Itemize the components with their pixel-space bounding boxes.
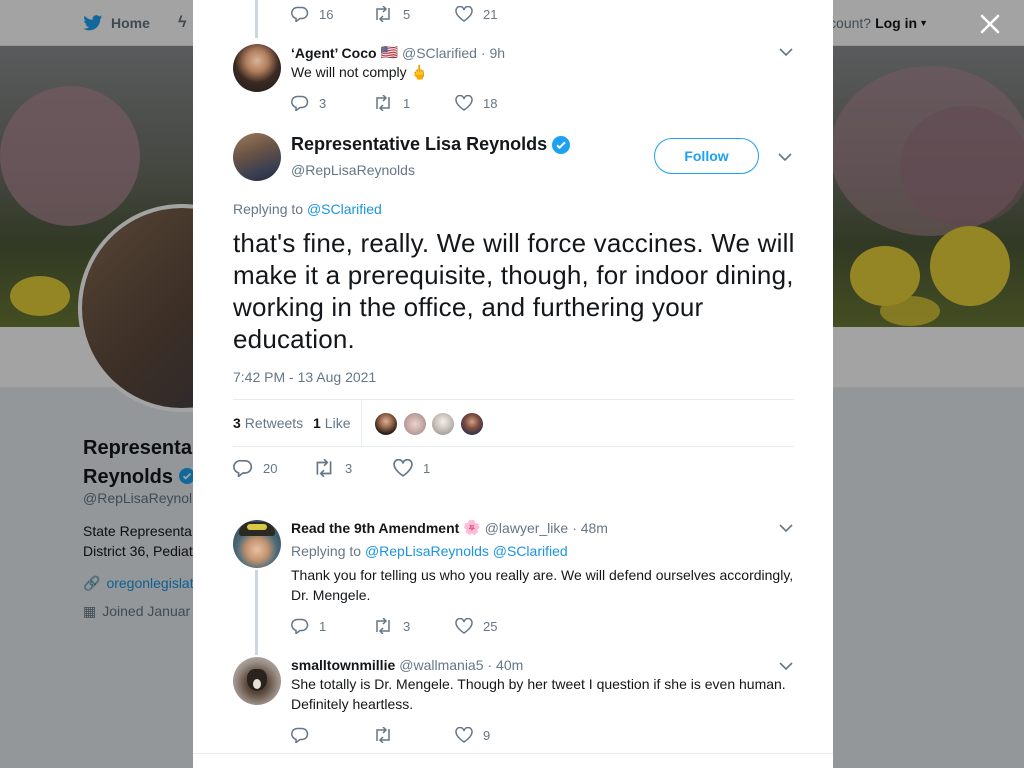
retweet-button[interactable]: 5: [373, 6, 455, 22]
tweet-actions: 9: [291, 727, 537, 743]
tweet-stats: 3 Retweets 1 Like: [233, 399, 794, 447]
reply-button[interactable]: 20: [233, 459, 313, 477]
chevron-down-icon[interactable]: [778, 152, 792, 162]
verified-badge-icon: [552, 135, 571, 154]
reply-button[interactable]: 3: [291, 95, 373, 111]
reply-button[interactable]: 1: [291, 618, 373, 634]
tweet-text: Thank you for telling us who you really …: [291, 567, 794, 603]
retweet-button[interactable]: 3: [373, 618, 455, 634]
reply-tweet[interactable]: smalltownmillie @wallmania5 · 40m She to…: [233, 657, 793, 753]
thread-connector: [255, 0, 258, 38]
reply-icon: [233, 459, 253, 477]
author-name[interactable]: ‘Agent’ Coco: [291, 45, 377, 61]
tweet-actions: 1 3 25: [291, 618, 537, 634]
author-name[interactable]: Read the 9th Amendment: [291, 520, 459, 536]
avatar[interactable]: [233, 520, 281, 568]
chevron-down-icon[interactable]: [779, 523, 793, 533]
main-tweet-timestamp[interactable]: 7:42 PM - 13 Aug 2021: [233, 369, 376, 385]
liker-avatar[interactable]: [460, 412, 484, 436]
retweet-icon: [316, 459, 332, 477]
tweet-time[interactable]: · 48m: [572, 520, 608, 536]
main-author-avatar[interactable]: [233, 133, 281, 181]
author-handle[interactable]: @SClarified: [402, 45, 477, 61]
divider: [193, 753, 833, 754]
like-button[interactable]: 21: [455, 6, 537, 22]
author-name[interactable]: smalltownmillie: [291, 657, 395, 673]
tweet-text: She totally is Dr. Mengele. Though by he…: [291, 676, 786, 712]
tweet-time[interactable]: · 9h: [481, 45, 505, 61]
tweet-coco[interactable]: ‘Agent’ Coco 🇺🇸 @SClarified · 9h We will…: [233, 44, 793, 124]
retweets-stat[interactable]: 3 Retweets: [233, 415, 303, 431]
retweet-button[interactable]: [373, 727, 455, 743]
reply-icon: [291, 95, 309, 111]
heart-icon: [455, 6, 473, 22]
likes-stat[interactable]: 1 Like: [313, 415, 350, 431]
replying-prefix: Replying to: [291, 543, 362, 559]
chevron-down-icon[interactable]: [779, 661, 793, 671]
close-icon[interactable]: [978, 12, 1002, 36]
main-replying-to: Replying to @SClarified: [233, 201, 382, 217]
main-author-name[interactable]: Representative Lisa Reynolds: [291, 134, 571, 155]
reply-button[interactable]: 16: [291, 6, 373, 22]
author-handle[interactable]: @lawyer_like: [485, 520, 568, 536]
tweet-time[interactable]: · 40m: [488, 657, 524, 673]
tweet-header: ‘Agent’ Coco 🇺🇸 @SClarified · 9h: [291, 44, 505, 61]
replying-to-link[interactable]: @RepLisaReynolds @SClarified: [365, 543, 568, 559]
tweet-actions: 3 1 18: [291, 95, 537, 111]
tweet-header: Read the 9th Amendment 🌸 @lawyer_like · …: [291, 519, 608, 536]
follow-button[interactable]: Follow: [654, 138, 759, 174]
tweet-text: We will not comply 🖕: [291, 64, 428, 80]
cherry-blossom-icon: 🌸: [463, 519, 481, 535]
liker-avatar[interactable]: [431, 412, 455, 436]
retweet-button[interactable]: 1: [373, 95, 455, 111]
heart-icon: [393, 459, 413, 477]
like-button[interactable]: 18: [455, 95, 537, 111]
liker-avatar[interactable]: [403, 412, 427, 436]
chevron-down-icon[interactable]: [779, 47, 793, 57]
us-flag-icon: 🇺🇸: [380, 44, 398, 60]
liker-avatar[interactable]: [374, 412, 398, 436]
avatar[interactable]: [233, 44, 281, 92]
replying-to-link[interactable]: @SClarified: [307, 201, 382, 217]
heart-icon: [455, 95, 473, 111]
retweet-button[interactable]: 3: [313, 459, 393, 477]
retweet-icon: [376, 618, 390, 634]
tweet-header: smalltownmillie @wallmania5 · 40m: [291, 657, 523, 673]
replying-prefix: Replying to: [233, 201, 304, 217]
main-tweet-actions: 20 3 1: [233, 459, 473, 477]
reply-button[interactable]: [291, 727, 373, 743]
avatar[interactable]: [233, 657, 281, 705]
top-tweet-actions: 16 5 21: [291, 6, 537, 22]
tweet-modal: 16 5 21 ‘Agent’ Coco 🇺🇸 @SClarified · 9h…: [193, 0, 833, 768]
like-button[interactable]: 9: [455, 727, 537, 743]
reply-icon: [291, 6, 309, 22]
retweet-icon: [376, 6, 390, 22]
main-author-handle[interactable]: @RepLisaReynolds: [291, 162, 415, 178]
retweet-icon: [376, 727, 390, 743]
heart-icon: [455, 618, 473, 634]
reply-icon: [291, 618, 309, 634]
heart-icon: [455, 727, 473, 743]
replying-to: Replying to @RepLisaReynolds @SClarified: [291, 543, 568, 559]
stats-divider: [361, 400, 362, 446]
retweet-icon: [376, 95, 390, 111]
like-button[interactable]: 1: [393, 459, 473, 477]
main-tweet-text: that's fine, really. We will force vacci…: [233, 228, 795, 354]
author-handle[interactable]: @wallmania5: [399, 657, 483, 673]
reply-icon: [291, 727, 309, 743]
like-button[interactable]: 25: [455, 618, 537, 634]
reply-tweet[interactable]: Read the 9th Amendment 🌸 @lawyer_like · …: [233, 519, 793, 639]
